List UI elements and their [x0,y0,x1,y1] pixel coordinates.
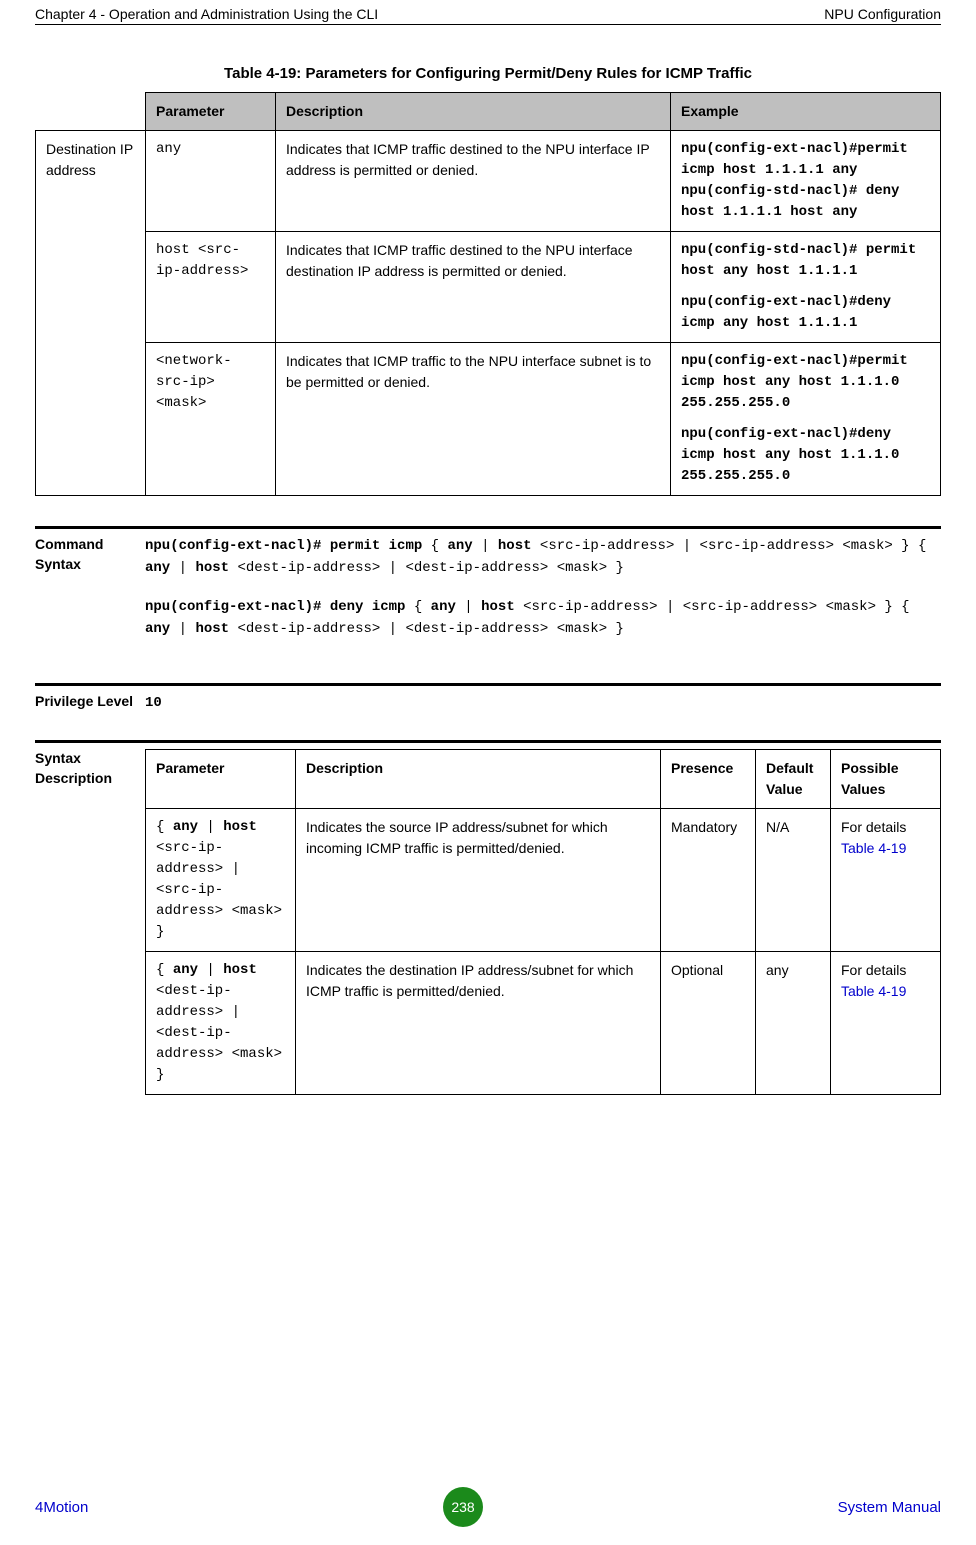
col-description: Description [296,749,661,808]
command-syntax-label: Command Syntax [35,535,145,657]
possible-cell: For details Table 4-19 [831,951,941,1094]
table-row: { any | host <dest-ip-address> | <dest-i… [146,951,941,1094]
col-presence: Presence [661,749,756,808]
table-row: { any | host <src-ip-address> | <src-ip-… [146,808,941,951]
table-row: Destination IP address any Indicates tha… [36,131,941,232]
example-cell: npu(config-std-nacl)# permit host any ho… [671,232,941,343]
header-left: Chapter 4 - Operation and Administration… [35,6,378,22]
table-row: host <src-ip-address> Indicates that ICM… [36,232,941,343]
page-footer: 4Motion 238 System Manual [35,1487,941,1527]
parameters-table: Parameter Description Example Destinatio… [35,92,941,496]
example-cell: npu(config-ext-nacl)#permit icmp host 1.… [671,131,941,232]
privilege-label: Privilege Level [35,692,145,714]
param-cell: <network-src-ip> <mask> [146,343,276,496]
possible-cell: For details Table 4-19 [831,808,941,951]
table-caption: Table 4-19: Parameters for Configuring P… [35,65,941,82]
example-line: npu(config-ext-nacl)#permit icmp host an… [681,351,930,414]
col-default: Default Value [756,749,831,808]
example-line: npu(config-ext-nacl)#permit icmp host 1.… [681,139,930,181]
command-syntax-section: Command Syntax npu(config-ext-nacl)# per… [35,526,941,657]
example-line: npu(config-ext-nacl)#deny icmp host any … [681,424,930,487]
default-cell: any [756,951,831,1094]
page-number-badge: 238 [443,1487,483,1527]
syntax-description-content: Parameter Description Presence Default V… [145,749,941,1095]
col-parameter: Parameter [146,749,296,808]
example-line: npu(config-std-nacl)# permit host any ho… [681,240,930,282]
rowgroup-label: Destination IP address [36,131,146,496]
col-example: Example [671,93,941,131]
page-header: Chapter 4 - Operation and Administration… [35,0,941,24]
col-description: Description [276,93,671,131]
param-cell: { any | host <dest-ip-address> | <dest-i… [146,951,296,1094]
col-possible: Possible Values [831,749,941,808]
privilege-section: Privilege Level 10 [35,683,941,714]
example-line: npu(config-ext-nacl)#deny icmp any host … [681,292,930,334]
presence-cell: Optional [661,951,756,1094]
desc-cell: Indicates the destination IP address/sub… [296,951,661,1094]
command-syntax-content: npu(config-ext-nacl)# permit icmp { any … [145,535,941,657]
table-link[interactable]: Table 4-19 [841,840,906,856]
footer-left[interactable]: 4Motion [35,1499,88,1516]
header-rule [35,24,941,25]
syntax-table: Parameter Description Presence Default V… [145,749,941,1095]
syntax-description-section: Syntax Description Parameter Description… [35,740,941,1095]
command-line: npu(config-ext-nacl)# permit icmp { any … [145,535,941,580]
footer-right[interactable]: System Manual [838,1499,941,1516]
table-link[interactable]: Table 4-19 [841,983,906,999]
desc-cell: Indicates the source IP address/subnet f… [296,808,661,951]
default-cell: N/A [756,808,831,951]
param-cell: any [146,131,276,232]
header-right: NPU Configuration [824,6,941,22]
param-cell: { any | host <src-ip-address> | <src-ip-… [146,808,296,951]
col-blank [36,93,146,131]
table-row: <network-src-ip> <mask> Indicates that I… [36,343,941,496]
presence-cell: Mandatory [661,808,756,951]
desc-cell: Indicates that ICMP traffic destined to … [276,131,671,232]
example-line: npu(config-std-nacl)# deny host 1.1.1.1 … [681,181,930,223]
table-header-row: Parameter Description Presence Default V… [146,749,941,808]
example-cell: npu(config-ext-nacl)#permit icmp host an… [671,343,941,496]
desc-cell: Indicates that ICMP traffic to the NPU i… [276,343,671,496]
syntax-description-label: Syntax Description [35,749,145,1095]
table-header-row: Parameter Description Example [36,93,941,131]
desc-cell: Indicates that ICMP traffic destined to … [276,232,671,343]
param-cell: host <src-ip-address> [146,232,276,343]
privilege-value: 10 [145,692,941,714]
col-parameter: Parameter [146,93,276,131]
command-line: npu(config-ext-nacl)# deny icmp { any | … [145,596,941,641]
